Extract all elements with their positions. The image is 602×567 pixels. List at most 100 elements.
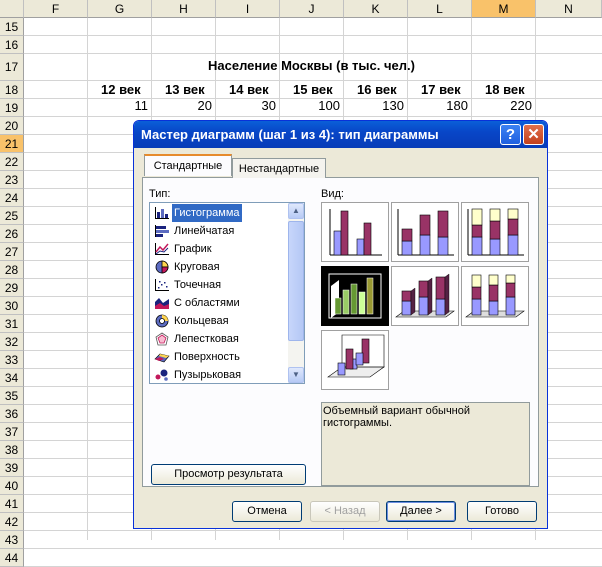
- list-item-bubble[interactable]: Пузырьковая: [152, 366, 288, 383]
- column-header-g[interactable]: G: [88, 0, 152, 18]
- next-button[interactable]: Далее >: [386, 501, 456, 522]
- list-item-bar[interactable]: Линейчатая: [152, 222, 288, 240]
- 3d-percent-stacked-column-icon: [465, 274, 525, 318]
- header-cell[interactable]: 16 век: [357, 82, 397, 97]
- row-header[interactable]: 38: [0, 441, 24, 459]
- scroll-down-icon[interactable]: ▼: [288, 367, 304, 383]
- row-header[interactable]: 21: [0, 135, 24, 153]
- column-header-f[interactable]: F: [24, 0, 88, 18]
- row-header[interactable]: 36: [0, 405, 24, 423]
- row-header[interactable]: 32: [0, 333, 24, 351]
- subtype-3d-column[interactable]: [321, 330, 389, 390]
- value-cell[interactable]: 220: [472, 98, 532, 113]
- row-header[interactable]: 34: [0, 369, 24, 387]
- column-header-i[interactable]: I: [216, 0, 280, 18]
- tab-custom[interactable]: Нестандартные: [232, 158, 326, 178]
- list-item-scatter[interactable]: Точечная: [152, 276, 288, 294]
- list-item-surface[interactable]: Поверхность: [152, 348, 288, 366]
- scroll-thumb[interactable]: [288, 221, 304, 341]
- subtype-100-stacked-column[interactable]: [461, 202, 529, 262]
- list-item-label: Пузырьковая: [174, 369, 242, 381]
- column-header-j[interactable]: J: [280, 0, 344, 18]
- row-header[interactable]: 27: [0, 243, 24, 261]
- preview-button[interactable]: Просмотр результата: [151, 464, 306, 485]
- header-cell[interactable]: 17 век: [421, 82, 461, 97]
- subtype-3d-100-stacked-column[interactable]: [461, 266, 529, 326]
- row-header[interactable]: 25: [0, 207, 24, 225]
- subtype-3d-clustered-column[interactable]: [321, 266, 389, 326]
- subtype-stacked-column[interactable]: [391, 202, 459, 262]
- value-cell[interactable]: 100: [280, 98, 340, 113]
- row-header[interactable]: 31: [0, 315, 24, 333]
- table-title[interactable]: Население Москвы (в тыс. чел.): [208, 58, 415, 73]
- row-header[interactable]: 23: [0, 171, 24, 189]
- type-list-scrollbar[interactable]: ▲ ▼: [288, 203, 304, 383]
- dialog-titlebar[interactable]: Мастер диаграмм (шаг 1 из 4): тип диагра…: [134, 121, 547, 148]
- value-cell[interactable]: 30: [216, 98, 276, 113]
- list-item-doughnut[interactable]: Кольцевая: [152, 312, 288, 330]
- surface-chart-icon: [154, 353, 170, 363]
- row-header[interactable]: 26: [0, 225, 24, 243]
- line-chart-icon: [155, 243, 169, 255]
- row-header[interactable]: 30: [0, 297, 24, 315]
- list-item-label: Круговая: [174, 261, 220, 273]
- row-header[interactable]: 44: [0, 549, 24, 567]
- percent-stacked-column-icon: [467, 208, 524, 256]
- row-header[interactable]: 20: [0, 117, 24, 135]
- row-header[interactable]: 16: [0, 36, 24, 54]
- column-header-l[interactable]: L: [408, 0, 472, 18]
- row-header[interactable]: 41: [0, 495, 24, 513]
- list-item-label: Линейчатая: [174, 225, 235, 237]
- row-header[interactable]: 18: [0, 81, 24, 99]
- back-button[interactable]: < Назад: [310, 501, 380, 522]
- row-header[interactable]: 17: [0, 54, 24, 81]
- finish-button[interactable]: Готово: [467, 501, 537, 522]
- column-header-n[interactable]: N: [536, 0, 602, 18]
- header-cell[interactable]: 14 век: [229, 82, 269, 97]
- value-cell[interactable]: 130: [344, 98, 404, 113]
- row-header[interactable]: 29: [0, 279, 24, 297]
- doughnut-chart-icon: [155, 314, 169, 328]
- header-cell[interactable]: 12 век: [101, 82, 141, 97]
- stacked-column-icon: [397, 209, 454, 256]
- list-item-column[interactable]: Гистограмма: [152, 204, 288, 222]
- subtype-clustered-column[interactable]: [321, 202, 389, 262]
- row-header[interactable]: 35: [0, 387, 24, 405]
- list-item-label: График: [174, 243, 212, 255]
- list-item-label: Гистограмма: [172, 204, 242, 222]
- row-header[interactable]: 37: [0, 423, 24, 441]
- row-header[interactable]: 15: [0, 18, 24, 36]
- cancel-button[interactable]: Отмена: [232, 501, 302, 522]
- row-header[interactable]: 33: [0, 351, 24, 369]
- corner-cell[interactable]: [0, 0, 24, 18]
- subtype-3d-stacked-column[interactable]: [391, 266, 459, 326]
- column-header-k[interactable]: K: [344, 0, 408, 18]
- row-header[interactable]: 40: [0, 477, 24, 495]
- list-item-pie[interactable]: Круговая: [152, 258, 288, 276]
- value-cell[interactable]: 20: [152, 98, 212, 113]
- chart-type-list[interactable]: Гистограмма Линейчатая График Круговая Т…: [149, 202, 305, 384]
- header-cell[interactable]: 15 век: [293, 82, 333, 97]
- help-button[interactable]: ?: [500, 124, 521, 145]
- scroll-up-icon[interactable]: ▲: [288, 203, 304, 219]
- row-header[interactable]: 22: [0, 153, 24, 171]
- list-item-area[interactable]: С областями: [152, 294, 288, 312]
- close-button[interactable]: ✕: [523, 124, 544, 145]
- row-header[interactable]: 28: [0, 261, 24, 279]
- 3d-stacked-column-icon: [395, 273, 455, 318]
- row-header[interactable]: 39: [0, 459, 24, 477]
- column-header-h[interactable]: H: [152, 0, 216, 18]
- row-header[interactable]: 24: [0, 189, 24, 207]
- row-header[interactable]: 42: [0, 513, 24, 531]
- list-item-line[interactable]: График: [152, 240, 288, 258]
- list-item-radar[interactable]: Лепестковая: [152, 330, 288, 348]
- header-cell[interactable]: 13 век: [165, 82, 205, 97]
- radar-chart-icon: [155, 332, 169, 346]
- row-header[interactable]: 19: [0, 99, 24, 117]
- tab-standard[interactable]: Стандартные: [144, 154, 232, 176]
- row-header[interactable]: 43: [0, 531, 24, 549]
- column-header-m[interactable]: M: [472, 0, 536, 18]
- value-cell[interactable]: 180: [408, 98, 468, 113]
- header-cell[interactable]: 18 век: [485, 82, 525, 97]
- value-cell[interactable]: 11: [88, 98, 149, 113]
